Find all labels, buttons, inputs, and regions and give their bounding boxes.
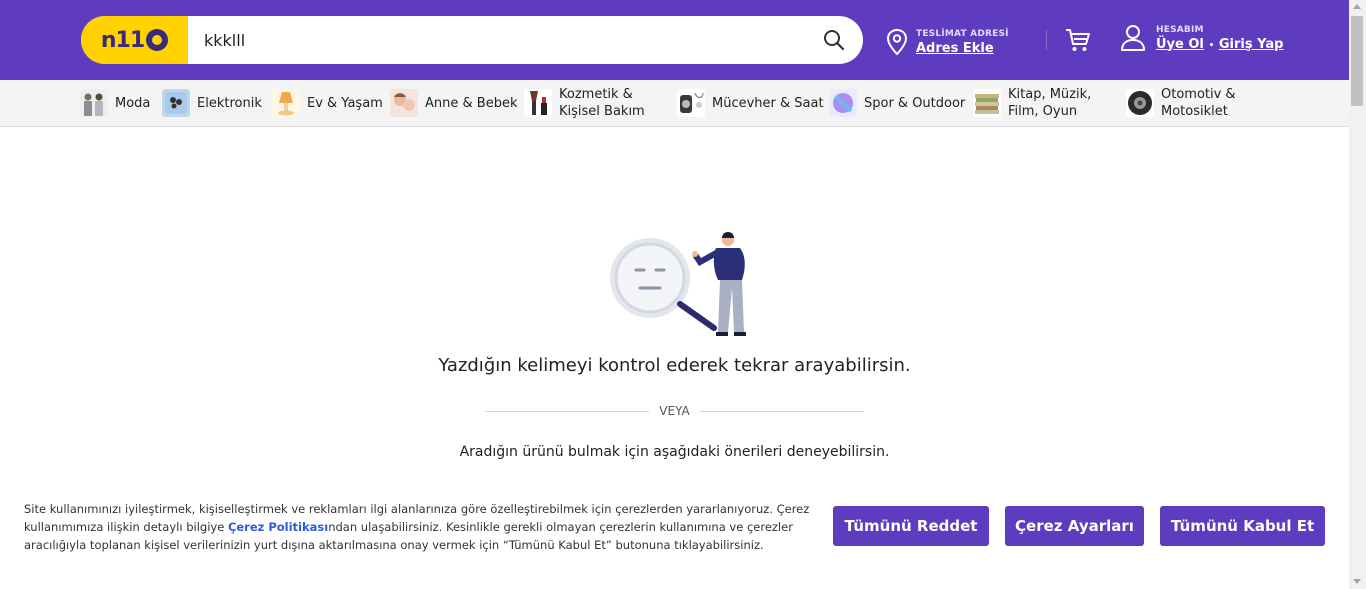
- divider-line: [485, 410, 650, 412]
- category-kitap-muzik[interactable]: Kitap, Müzik, Film, Oyun: [973, 86, 1091, 120]
- logo-ball-icon: [146, 29, 169, 51]
- account-caption: HESABIM: [1156, 24, 1204, 35]
- category-label: Elektronik: [197, 95, 262, 111]
- login-link[interactable]: Giriş Yap: [1219, 37, 1284, 52]
- category-ev-yasam[interactable]: Ev & Yaşam: [272, 86, 383, 120]
- user-icon: [1121, 25, 1145, 51]
- cosmetics-icon: [524, 89, 552, 117]
- no-results-message: Yazdığın kelimeyi kontrol ederek tekrar …: [438, 355, 911, 376]
- category-label: Moda: [115, 95, 151, 111]
- accept-all-button[interactable]: Tümünü Kabul Et: [1160, 506, 1325, 546]
- logo-text: n11: [100, 27, 145, 53]
- category-otomotiv[interactable]: Otomotiv & Motosiklet: [1126, 86, 1236, 120]
- jewelry-icon: [677, 89, 705, 117]
- cookie-text: Site kullanımınızı iyileştirmek, kişisel…: [24, 502, 810, 552]
- category-label: Ev & Yaşam: [307, 95, 383, 111]
- cart-button[interactable]: [1064, 26, 1092, 54]
- cookie-policy-link[interactable]: Çerez Politikası: [228, 520, 328, 534]
- category-label: Kitap, Müzik, Film, Oyun: [1008, 87, 1092, 119]
- category-label: Anne & Bebek: [425, 95, 518, 111]
- search-bar: n11: [81, 16, 863, 64]
- n11-logo[interactable]: n11: [81, 16, 188, 64]
- category-label: Spor & Outdoor: [864, 95, 966, 111]
- category-kozmetik[interactable]: Kozmetik & Kişisel Bakım: [524, 86, 645, 120]
- scroll-thumb[interactable]: [1351, 16, 1363, 106]
- home-icon: [272, 89, 300, 117]
- scrollbar[interactable]: [1349, 0, 1366, 589]
- separator-dot: [1209, 42, 1213, 46]
- search-input[interactable]: [188, 16, 805, 64]
- reject-all-button[interactable]: Tümünü Reddet: [833, 506, 989, 546]
- books-icon: [973, 89, 1001, 117]
- register-link[interactable]: Üye Ol: [1156, 37, 1204, 52]
- fashion-icon: [80, 89, 108, 117]
- account-menu: HESABIM Üye Ol Giriş Yap: [1120, 24, 1283, 52]
- category-spor-outdoor[interactable]: Spor & Outdoor: [829, 86, 965, 120]
- delivery-address-caption: TESLİMAT ADRESİ: [916, 28, 1009, 39]
- tire-icon: [1126, 89, 1154, 117]
- scroll-up-arrow-icon[interactable]: [1353, 4, 1361, 9]
- category-bar: Moda Elektronik Ev & Yaşam Anne & Bebek …: [0, 80, 1349, 127]
- category-moda[interactable]: Moda: [80, 86, 150, 120]
- header-divider: [1046, 30, 1047, 50]
- search-button[interactable]: [805, 16, 863, 64]
- or-divider: VEYA: [485, 403, 864, 419]
- add-address-link[interactable]: Adres Ekle: [916, 41, 1009, 56]
- search-icon: [824, 30, 845, 51]
- electronics-icon: [162, 89, 190, 117]
- divider-line: [699, 410, 864, 412]
- category-label: Mücevher & Saat: [712, 95, 824, 111]
- site-header: n11 TESLİMAT ADRESİ Adres Ekle: [0, 0, 1349, 80]
- scroll-down-arrow-icon[interactable]: [1353, 579, 1361, 584]
- category-elektronik[interactable]: Elektronik: [162, 86, 262, 120]
- delivery-address[interactable]: TESLİMAT ADRESİ Adres Ekle: [886, 24, 1009, 60]
- category-label: Otomotiv & Motosiklet: [1161, 87, 1236, 119]
- location-pin-icon: [886, 28, 908, 56]
- suggestion-text: Aradığın ürünü bulmak için aşağıdaki öne…: [459, 444, 890, 460]
- cart-icon: [1066, 29, 1090, 51]
- cookie-banner: Site kullanımınızı iyileştirmek, kişisel…: [0, 484, 1349, 589]
- category-mucevher-saat[interactable]: Mücevher & Saat: [677, 86, 824, 120]
- or-text: VEYA: [659, 404, 690, 418]
- baby-icon: [390, 89, 418, 117]
- category-label: Kozmetik & Kişisel Bakım: [559, 87, 645, 119]
- cookie-settings-button[interactable]: Çerez Ayarları: [1005, 506, 1144, 546]
- no-results-illustration: [600, 228, 760, 340]
- sports-icon: [829, 89, 857, 117]
- category-anne-bebek[interactable]: Anne & Bebek: [390, 86, 517, 120]
